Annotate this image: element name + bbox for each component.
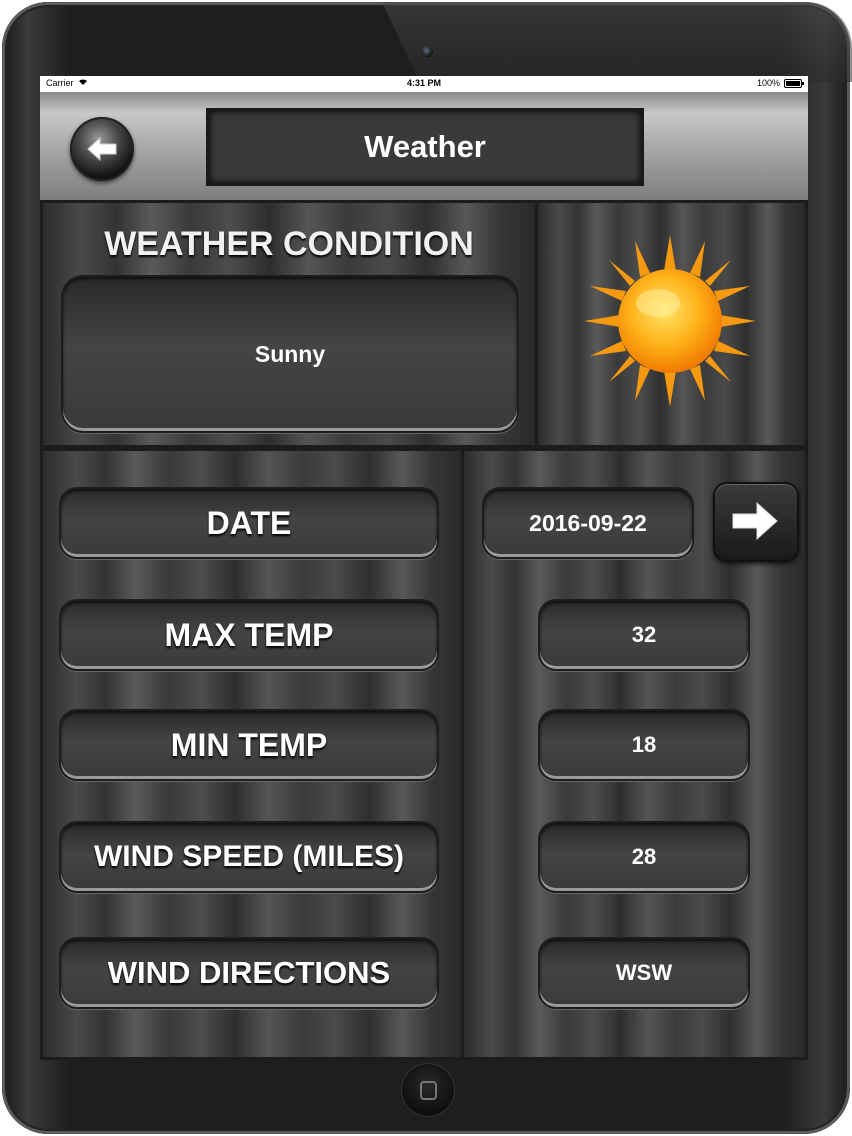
wind-speed-value: 28 [538,821,750,893]
condition-panel: WEATHER CONDITION Sunny [40,200,538,448]
min-temp-value: 18 [538,709,750,781]
wind-speed-label: WIND SPEED (MILES) [59,821,439,893]
max-temp-value: 32 [538,599,750,671]
icon-panel [535,200,808,448]
wind-direction-value: WSW [538,937,750,1009]
header-bar: Weather [40,92,808,204]
labels-panel: DATE MAX TEMP MIN TEMP WIND SPEED (MILES… [40,448,464,1060]
status-bar: Carrier 4:31 PM 100% [40,76,808,92]
battery-percent: 100% [756,78,780,88]
date-label: DATE [59,487,439,559]
next-date-button[interactable] [713,482,799,562]
home-button[interactable] [402,1064,454,1116]
min-temp-label: MIN TEMP [59,709,439,781]
date-value[interactable]: 2016-09-22 [482,487,694,559]
sun-icon [584,235,756,407]
app-screen: Carrier 4:31 PM 100% Weather WEATHER CON… [40,76,808,1060]
wind-direction-label: WIND DIRECTIONS [59,937,439,1009]
page-title: Weather [206,108,644,186]
battery-icon [784,78,804,88]
max-temp-label: MAX TEMP [59,599,439,671]
camera [422,46,433,57]
condition-value: Sunny [61,275,519,433]
left-arrow-icon [87,136,117,162]
condition-heading: WEATHER CONDITION [104,225,474,263]
back-button[interactable] [70,117,134,181]
status-time: 4:31 PM [406,78,441,88]
right-arrow-icon [732,501,778,541]
